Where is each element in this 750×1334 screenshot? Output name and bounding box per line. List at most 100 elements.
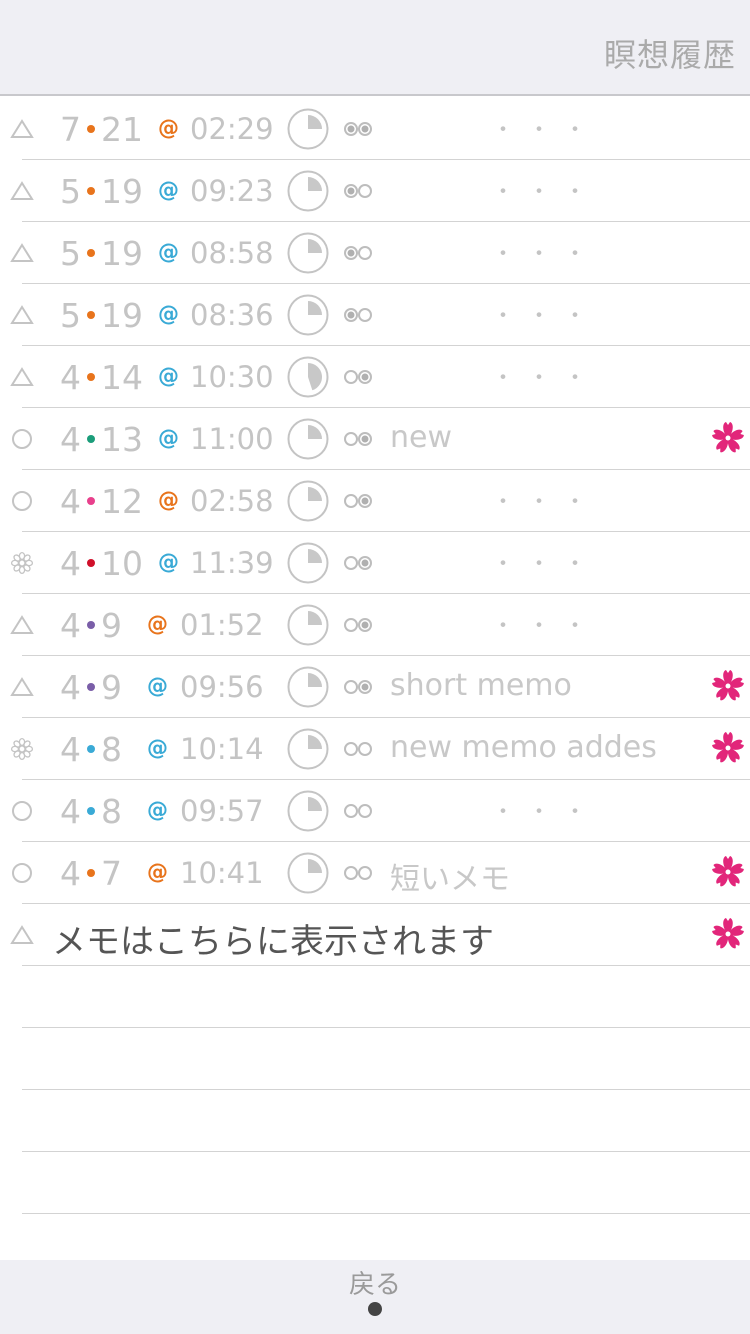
history-row[interactable]: 4 9 @09:56 short memo (0, 656, 750, 718)
progress-pie-icon (287, 728, 329, 770)
history-row[interactable]: 4 13 @11:00 new (0, 408, 750, 470)
ellipsis-placeholder: ・・・ (492, 242, 601, 267)
date-label: 48 (60, 792, 122, 831)
date-month: 4 (60, 854, 81, 893)
date-month: 4 (60, 668, 81, 707)
history-row[interactable]: 4 14 @10:30 ・・・ (0, 346, 750, 408)
time-label: 08:36 (190, 298, 274, 332)
progress-pie-icon (287, 604, 329, 646)
date-separator-dot (87, 372, 95, 381)
glasses-right-filled-icon (343, 492, 375, 510)
memo-hint-text: メモはこちらに表示されます (52, 922, 494, 962)
date-day: 9 (101, 606, 122, 645)
glasses-left-filled-icon (343, 244, 375, 262)
date-separator-dot (87, 124, 95, 133)
empty-row (0, 1028, 750, 1090)
history-row[interactable]: 7 21 @02:29 ・・・ (0, 98, 750, 160)
date-label: 48 (60, 730, 122, 769)
history-row[interactable]: 5 19 @08:58 ・・・ (0, 222, 750, 284)
date-month: 4 (60, 792, 81, 831)
at-symbol: @ (158, 364, 179, 388)
date-day: 19 (101, 172, 143, 211)
history-row[interactable]: 4 12 @02:58 ・・・ (0, 470, 750, 532)
time-label: 10:14 (180, 732, 264, 766)
date-separator-dot (87, 248, 95, 257)
date-day: 21 (101, 110, 143, 149)
progress-pie-icon (287, 108, 329, 150)
triangle-icon (10, 675, 34, 699)
glasses-right-filled-icon (343, 554, 375, 572)
date-day: 13 (101, 420, 143, 459)
at-symbol: @ (158, 178, 179, 202)
time-label: 10:30 (190, 360, 274, 394)
date-label: 7 21 (60, 110, 143, 149)
row-divider (22, 1213, 750, 1214)
history-row[interactable]: 4 8 @09:57 ・・・ (0, 780, 750, 842)
date-day: 10 (101, 544, 143, 583)
glasses-empty-icon (343, 802, 375, 820)
sakura-icon (710, 854, 746, 890)
ellipsis-placeholder: ・・・ (492, 366, 601, 391)
glasses-both-filled-icon (343, 120, 375, 138)
date-day: 19 (101, 296, 143, 335)
time-label: 02:29 (190, 112, 274, 146)
glasses-right-filled-icon (343, 430, 375, 448)
date-month: 5 (60, 296, 81, 335)
date-month: 5 (60, 234, 81, 273)
date-label: 4 12 (60, 482, 143, 521)
history-row[interactable]: 4 9 @01:52 ・・・ (0, 594, 750, 656)
triangle-icon (10, 303, 34, 327)
memo-hint-row[interactable]: メモはこちらに表示されます (0, 904, 750, 966)
date-month: 4 (60, 482, 81, 521)
date-day: 19 (101, 234, 143, 273)
at-symbol: @ (147, 860, 168, 884)
gear-icon (10, 551, 34, 575)
glasses-empty-icon (343, 740, 375, 758)
back-button[interactable]: 戻る (0, 1264, 750, 1301)
time-label: 08:58 (190, 236, 274, 270)
glasses-empty-icon (343, 864, 375, 882)
ellipsis-placeholder: ・・・ (492, 180, 601, 205)
date-separator-dot (87, 744, 95, 753)
page-title: 瞑想履歴 (603, 36, 736, 74)
time-label: 11:39 (190, 546, 274, 580)
triangle-icon (10, 613, 34, 637)
at-symbol: @ (158, 426, 179, 450)
date-month: 4 (60, 420, 81, 459)
ellipsis-placeholder: ・・・ (492, 800, 601, 825)
memo-text: new memo addes (390, 730, 657, 765)
date-month: 7 (60, 110, 81, 149)
glasses-left-filled-icon (343, 306, 375, 324)
triangle-icon (10, 365, 34, 389)
date-label: 47 (60, 854, 122, 893)
progress-pie-icon (287, 356, 329, 398)
memo-text: short memo (390, 668, 572, 703)
sakura-icon (710, 730, 746, 766)
date-label: 4 10 (60, 544, 143, 583)
date-day: 7 (101, 854, 122, 893)
triangle-icon (10, 117, 34, 141)
time-label: 09:56 (180, 670, 264, 704)
date-label: 5 19 (60, 172, 143, 211)
time-label: 09:57 (180, 794, 264, 828)
date-month: 4 (60, 544, 81, 583)
glasses-right-filled-icon (343, 616, 375, 634)
circle-icon (10, 861, 34, 885)
history-row[interactable]: 4 10 @11:39 ・・・ (0, 532, 750, 594)
date-month: 5 (60, 172, 81, 211)
footer-bar: 戻る (0, 1260, 750, 1334)
glasses-right-filled-icon (343, 368, 375, 386)
history-row[interactable]: 4 7 @10:41 短いメモ (0, 842, 750, 904)
memo-text: new (390, 420, 453, 455)
ellipsis-placeholder: ・・・ (492, 304, 601, 329)
time-label: 10:41 (180, 856, 264, 890)
at-symbol: @ (158, 488, 179, 512)
date-day: 8 (101, 730, 122, 769)
ellipsis-placeholder: ・・・ (492, 118, 601, 143)
history-row[interactable]: 5 19 @09:23 ・・・ (0, 160, 750, 222)
ellipsis-placeholder: ・・・ (492, 552, 601, 577)
date-label: 4 14 (60, 358, 143, 397)
history-row[interactable]: 5 19 @08:36 ・・・ (0, 284, 750, 346)
history-row[interactable]: 4 8 @10:14 new memo addes (0, 718, 750, 780)
sakura-icon (710, 420, 746, 456)
